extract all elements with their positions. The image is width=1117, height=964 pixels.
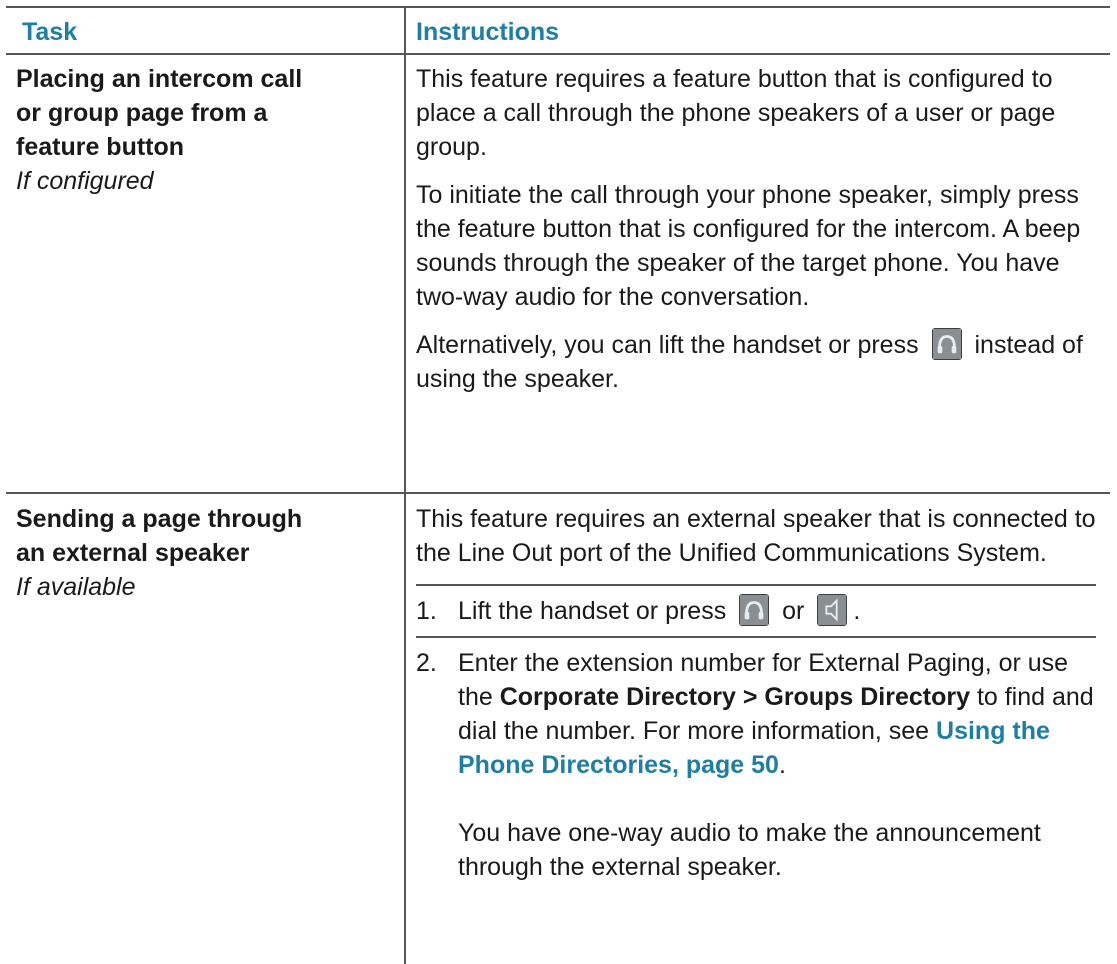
menu-path: Corporate Directory > Groups Directory <box>499 683 970 712</box>
list-item: 2. Enter the extension number for Extern… <box>416 646 1096 884</box>
instruction-paragraph: Alternatively, you can lift the handset … <box>416 328 1096 396</box>
task-cell-intercom: Placing an intercom call or group page f… <box>16 62 396 198</box>
row-divider <box>6 492 1110 494</box>
step-text: or <box>782 597 805 625</box>
instructions-cell-external-speaker: This feature requires an external speake… <box>416 502 1096 884</box>
steps-list: 1. Lift the handset or press or . 2. Ent… <box>416 594 1096 884</box>
list-item: 1. Lift the handset or press or . <box>416 594 1096 628</box>
step-text: Lift the handset or press <box>458 597 727 625</box>
task-note: If available <box>16 573 136 601</box>
instruction-text: Alternatively, you can lift the handset … <box>416 331 919 359</box>
instruction-paragraph: To initiate the call through your phone … <box>416 181 1081 311</box>
header-bottom-border <box>6 53 1110 55</box>
step-text: . <box>778 751 786 780</box>
task-title-line: an external speaker <box>16 539 250 567</box>
instruction-paragraph: This feature requires a feature button t… <box>416 65 1056 161</box>
step-divider <box>416 636 1096 639</box>
step-text: . <box>853 597 861 625</box>
headset-icon <box>931 328 962 361</box>
headset-icon <box>739 594 770 627</box>
task-title-line: or group page from a <box>16 99 268 127</box>
task-title-line: Sending a page through <box>16 505 303 533</box>
table-top-border <box>6 6 1110 8</box>
speaker-icon <box>817 594 848 627</box>
header-task: Task <box>22 18 78 46</box>
task-title-line: Placing an intercom call <box>16 65 303 93</box>
task-note: If configured <box>16 167 154 195</box>
instructions-cell-intercom: This feature requires a feature button t… <box>416 62 1096 396</box>
header-instructions: Instructions <box>416 18 560 46</box>
column-divider <box>404 6 406 964</box>
instruction-paragraph: This feature requires an external speake… <box>416 505 1096 567</box>
step-note: You have one-way audio to make the annou… <box>458 819 1041 882</box>
step-number: 2. <box>416 649 437 678</box>
step-divider <box>416 584 1096 586</box>
step-number: 1. <box>416 597 437 625</box>
task-cell-external-speaker: Sending a page through an external speak… <box>16 502 396 604</box>
task-title-line: feature button <box>16 133 185 161</box>
